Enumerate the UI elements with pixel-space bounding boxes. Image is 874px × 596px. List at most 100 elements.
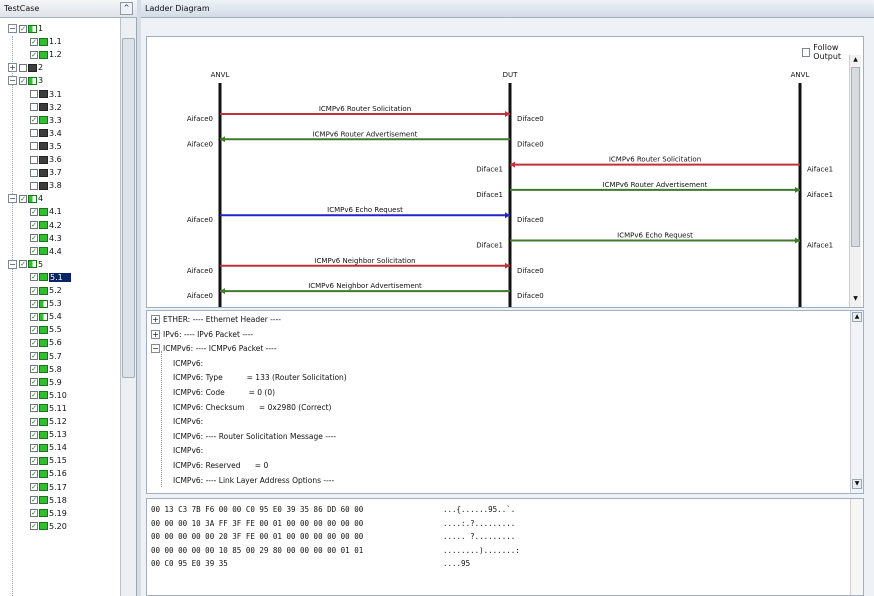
tree-item-checkbox[interactable]: ✓ [19, 260, 27, 269]
tree-item-checkbox[interactable] [30, 90, 38, 98]
decode-line[interactable]: ICMPv6: Type = 133 (Router Solicitation) [173, 373, 347, 382]
hex-bytes[interactable]: 00 C0 95 E0 39 35 [151, 559, 228, 568]
hex-bytes[interactable]: 00 13 C3 7B F6 00 00 C0 95 E0 39 35 86 D… [151, 505, 363, 514]
tree-item-4-1[interactable]: ✓ 4.1 [30, 205, 62, 218]
tree-item-checkbox[interactable]: ✓ [30, 365, 38, 374]
hex-ascii[interactable]: ....:.?......... [443, 519, 515, 528]
tree-item-checkbox[interactable] [30, 168, 38, 177]
hex-ascii[interactable]: ..... ?......... [443, 532, 515, 541]
tree-item-5-4[interactable]: ✓ 5.4 [30, 310, 62, 323]
tree-item-5-14[interactable]: ✓ 5.14 [30, 441, 67, 454]
tree-item-checkbox[interactable]: ✓ [30, 299, 38, 308]
tree-item-1-2[interactable]: ✓ 1.2 [30, 48, 62, 61]
collapse-icon[interactable]: − [8, 76, 17, 86]
tree-item-5[interactable]: − ✓ 5 [8, 258, 43, 271]
tree-item-checkbox[interactable]: ✓ [30, 443, 38, 452]
ladder-scrollbar-thumb[interactable] [851, 67, 860, 247]
hex-ascii[interactable]: ....95 [443, 559, 470, 568]
tree-item-3-2[interactable]: 3.2 [30, 101, 62, 114]
tree-item-5-1[interactable]: ✓ 5.1 [30, 271, 71, 284]
decode-line[interactable]: + IPv6: ---- IPv6 Packet ---- [151, 329, 253, 339]
hex-bytes[interactable]: 00 00 00 00 00 20 3F FE 00 01 00 00 00 0… [151, 532, 363, 541]
tree-item-2[interactable]: +2 [8, 61, 43, 74]
ladder-scrollbar[interactable]: ▲ ▼ [849, 55, 861, 307]
decode-scrollbar[interactable]: ▲ ▼ [850, 311, 863, 493]
tree-item-4-2[interactable]: ✓ 4.2 [30, 219, 62, 232]
tree-item-checkbox[interactable]: ✓ [30, 234, 38, 243]
tree-item-checkbox[interactable] [30, 155, 38, 164]
decode-scroll-down-icon[interactable]: ▼ [852, 479, 862, 489]
tree-item-checkbox[interactable]: ✓ [30, 50, 38, 59]
tree-item-checkbox[interactable]: ✓ [30, 325, 38, 334]
tree-item-5-16[interactable]: ✓ 5.16 [30, 467, 67, 480]
tree-item-checkbox[interactable] [30, 142, 38, 151]
collapse-icon[interactable]: − [151, 344, 160, 354]
decode-scroll-up-icon[interactable]: ▲ [852, 312, 862, 322]
tree-item-5-19[interactable]: ✓ 5.19 [30, 507, 67, 520]
scroll-down-icon[interactable]: ▼ [851, 295, 860, 304]
scroll-up-icon[interactable]: ▲ [851, 56, 860, 65]
expand-icon[interactable]: + [151, 329, 160, 339]
tree-item-5-9[interactable]: ✓ 5.9 [30, 376, 62, 389]
tree-item-checkbox[interactable]: ✓ [30, 247, 38, 256]
collapse-icon[interactable]: − [8, 194, 17, 204]
tree-item-4-3[interactable]: ✓ 4.3 [30, 232, 62, 245]
decode-line[interactable]: ICMPv6: Reserved = 0 [173, 461, 268, 470]
hex-scrollbar[interactable] [850, 499, 863, 595]
decode-line[interactable]: ICMPv6: [173, 417, 203, 426]
tree-item-5-20[interactable]: ✓ 5.20 [30, 520, 67, 533]
tree-item-5-2[interactable]: ✓ 5.2 [30, 284, 62, 297]
hex-bytes[interactable]: 00 00 00 00 00 10 85 00 29 80 00 00 00 0… [151, 546, 363, 555]
tree-item-checkbox[interactable]: ✓ [30, 221, 38, 229]
decode-line[interactable]: ICMPv6: Code = 0 (0) [173, 388, 275, 397]
collapse-icon[interactable]: − [8, 259, 17, 269]
tree-item-checkbox[interactable] [30, 129, 38, 138]
tree-item-5-3[interactable]: ✓ 5.3 [30, 297, 62, 310]
tree-item-checkbox[interactable]: ✓ [30, 37, 38, 46]
tree-scrollbar-thumb[interactable] [122, 38, 135, 378]
tree-item-checkbox[interactable]: ✓ [30, 352, 38, 360]
collapse-panel-button[interactable]: ^ [120, 2, 133, 15]
tree-item-5-6[interactable]: ✓ 5.6 [30, 336, 62, 349]
tree-item-checkbox[interactable]: ✓ [30, 391, 38, 400]
decode-line[interactable]: ICMPv6: ---- Router Solicitation Message… [173, 432, 336, 441]
tree-item-3-7[interactable]: 3.7 [30, 166, 62, 179]
tree-item-1[interactable]: − ✓ 1 [8, 22, 43, 35]
tree-item-checkbox[interactable]: ✓ [30, 207, 38, 216]
tree-item-3-4[interactable]: 3.4 [30, 127, 62, 140]
tree-item-checkbox[interactable]: ✓ [30, 378, 38, 387]
tree-item-5-7[interactable]: ✓ 5.7 [30, 350, 62, 363]
decode-line[interactable]: ICMPv6: [173, 446, 203, 455]
tree-item-5-10[interactable]: ✓ 5.10 [30, 389, 67, 402]
tree-item-5-17[interactable]: ✓ 5.17 [30, 481, 67, 494]
tree-item-checkbox[interactable]: ✓ [30, 456, 38, 465]
tree-item-checkbox[interactable]: ✓ [30, 417, 38, 426]
tree-item-4[interactable]: − ✓ 4 [8, 192, 43, 205]
tree-item-checkbox[interactable]: ✓ [30, 116, 38, 125]
tree-item-checkbox[interactable]: ✓ [30, 430, 38, 439]
hex-bytes[interactable]: 00 00 00 10 3A FF 3F FE 00 01 00 00 00 0… [151, 519, 363, 528]
tree-item-5-8[interactable]: ✓ 5.8 [30, 363, 62, 376]
tree-item-checkbox[interactable]: ✓ [30, 273, 38, 282]
tree-item-5-12[interactable]: ✓ 5.12 [30, 415, 67, 428]
tree-scrollbar[interactable] [120, 18, 136, 596]
tree-item-checkbox[interactable]: ✓ [19, 76, 27, 85]
tree-item-5-5[interactable]: ✓ 5.5 [30, 323, 62, 336]
collapse-icon[interactable]: − [8, 24, 17, 33]
decode-line[interactable]: ICMPv6: [173, 359, 203, 368]
tree-item-3[interactable]: − ✓ 3 [8, 74, 43, 87]
tree-item-3-5[interactable]: 3.5 [30, 140, 62, 153]
hex-ascii[interactable]: ........).......: [443, 546, 520, 555]
tree-item-3-6[interactable]: 3.6 [30, 153, 62, 166]
tree-item-1-1[interactable]: ✓ 1.1 [30, 35, 62, 48]
expand-icon[interactable]: + [151, 315, 160, 324]
decode-line[interactable]: ICMPv6: ---- Link Layer Address Options … [173, 476, 334, 485]
tree-item-checkbox[interactable] [19, 63, 27, 72]
tree-item-5-15[interactable]: ✓ 5.15 [30, 454, 67, 467]
tree-item-checkbox[interactable]: ✓ [30, 286, 38, 295]
tree-item-checkbox[interactable]: ✓ [19, 24, 27, 33]
decode-line[interactable]: + ETHER: ---- Ethernet Header ---- [151, 315, 281, 324]
tree-item-checkbox[interactable]: ✓ [30, 469, 38, 478]
tree-item-checkbox[interactable]: ✓ [30, 509, 38, 518]
tree-item-3-3[interactable]: ✓ 3.3 [30, 114, 62, 127]
